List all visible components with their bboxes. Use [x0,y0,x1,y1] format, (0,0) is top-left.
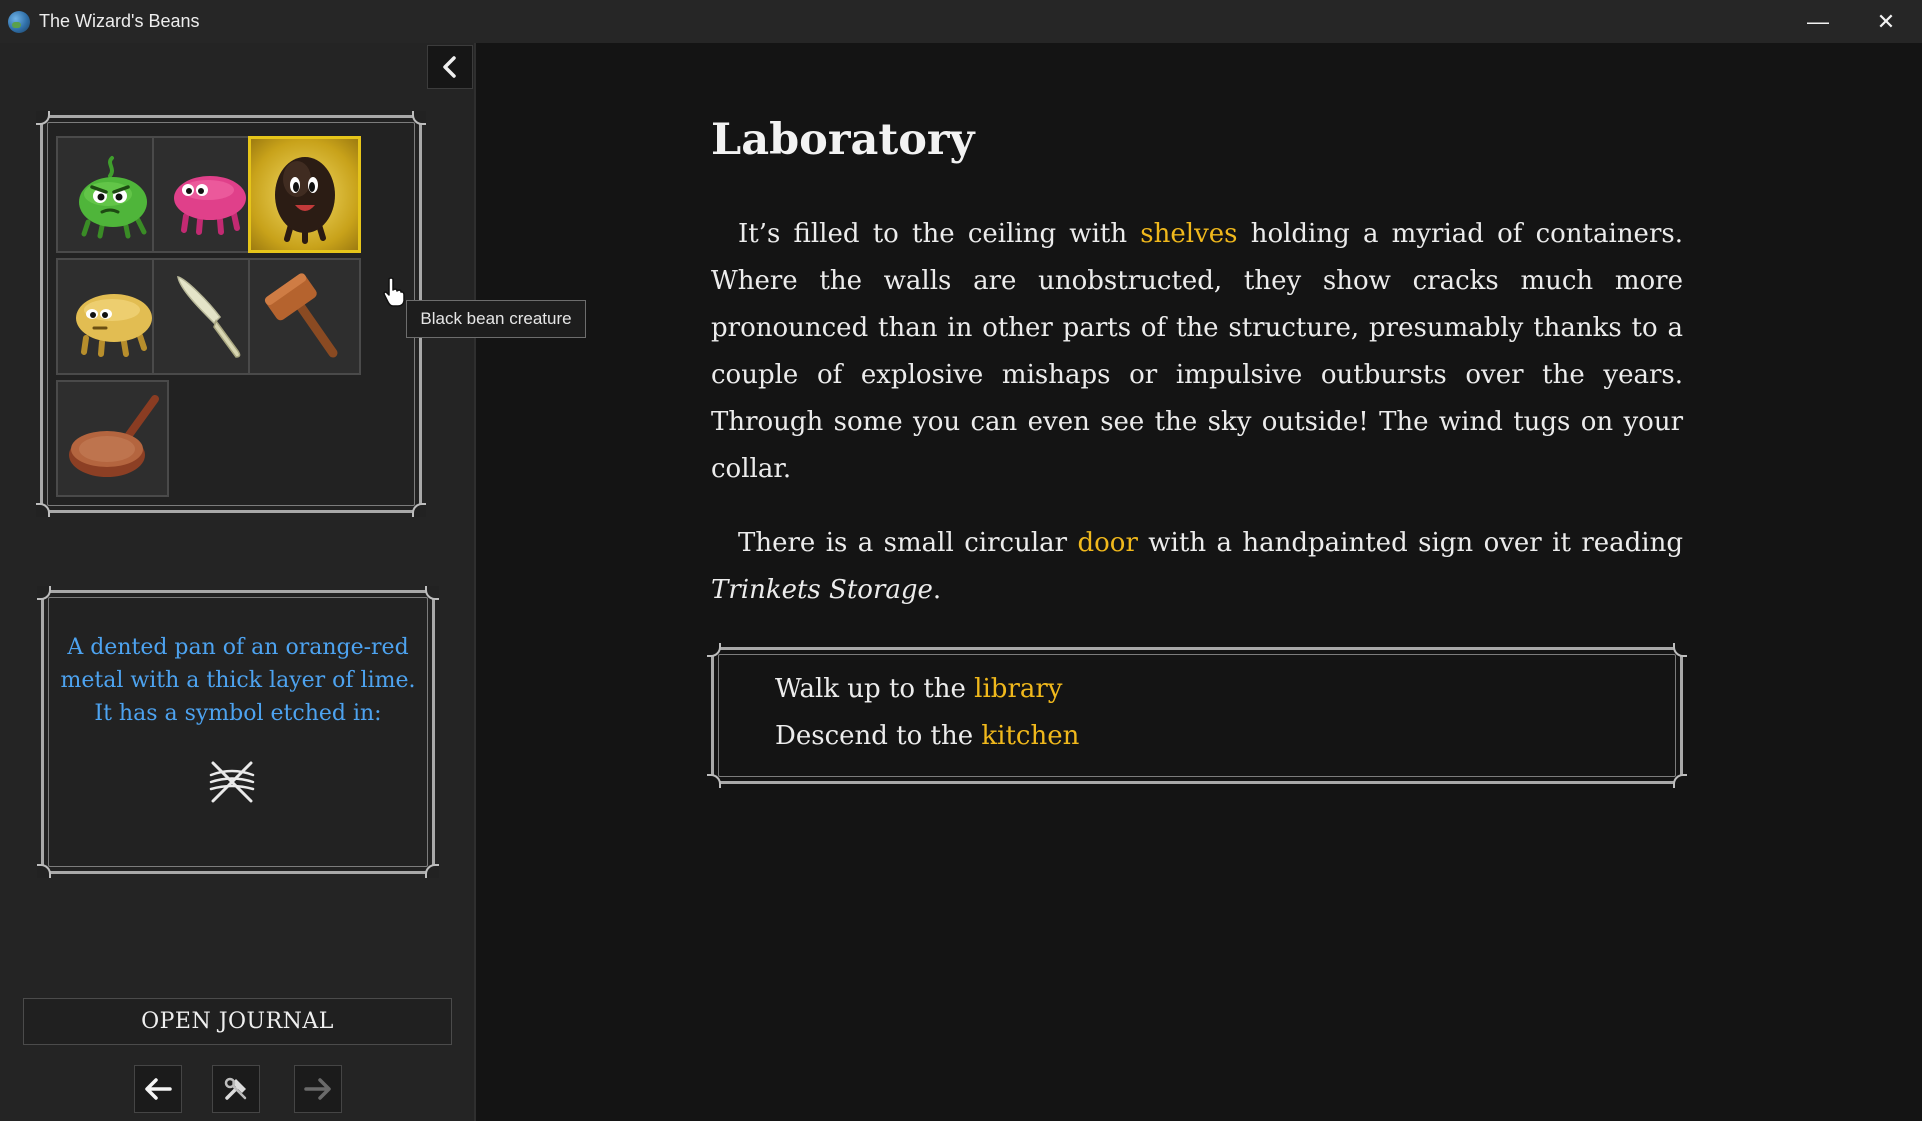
close-icon: ✕ [1876,8,1896,34]
inventory-panel [36,111,426,517]
yellow-bean-creature-icon [75,293,152,357]
door-link[interactable]: door [1078,528,1138,558]
choices-panel: Walk up to the library Descend to the ki… [707,643,1687,788]
scene-paragraph-1: It’s filled to the ceiling with shelves … [711,219,1683,484]
item-description-panel: A dented pan of an orange-red metal with… [37,586,439,878]
app-globe-icon [8,10,30,33]
minimize-button[interactable]: — [1784,0,1852,43]
shelves-link[interactable]: shelves [1140,219,1237,249]
green-bean-creature-icon [78,155,147,238]
item-description: A dented pan of an orange-red metal with… [60,635,416,726]
etched-symbol-icon [209,761,255,803]
forward-button[interactable] [294,1065,342,1113]
sign-text: Trinkets Storage [711,575,933,605]
choice-library[interactable]: Walk up to the library [775,674,1063,704]
item-tooltip: Black bean creature [406,300,586,338]
arrow-right-icon [304,1078,331,1100]
back-button[interactable] [134,1065,182,1113]
scene-title: Laboratory [711,115,975,165]
settings-button[interactable] [212,1065,260,1113]
minimize-icon: — [1807,8,1829,34]
inventory-slot-mallet[interactable] [248,258,361,375]
black-bean-creature-icon [274,156,335,244]
title-bar: The Wizard's Beans — ✕ [0,0,1922,43]
inventory-slot-frying-pan[interactable] [56,380,169,497]
mallet-icon [264,272,337,357]
tools-icon [224,1077,247,1100]
collapse-sidebar-button[interactable] [427,45,473,89]
chevron-left-icon [443,56,456,78]
window-title: The Wizard's Beans [39,11,200,31]
library-link[interactable]: library [974,674,1062,704]
scene-paragraph-2: There is a small circular door with a ha… [711,528,1683,605]
open-journal-button[interactable]: OPEN JOURNAL [23,998,452,1045]
choice-kitchen[interactable]: Descend to the kitchen [775,721,1079,751]
hand-cursor-icon [383,277,405,307]
inventory-slot-black-bean[interactable] [248,136,361,253]
kitchen-link[interactable]: kitchen [981,721,1079,751]
scene-description: It’s filled to the ceiling with shelves … [711,211,1683,641]
sidebar: Black bean creature A dented pan of an o… [0,43,586,1121]
frying-pan-icon [68,394,159,477]
knife-icon [176,275,240,358]
pink-bean-creature-icon [173,175,246,235]
arrow-left-icon [145,1078,172,1100]
close-button[interactable]: ✕ [1852,0,1920,43]
